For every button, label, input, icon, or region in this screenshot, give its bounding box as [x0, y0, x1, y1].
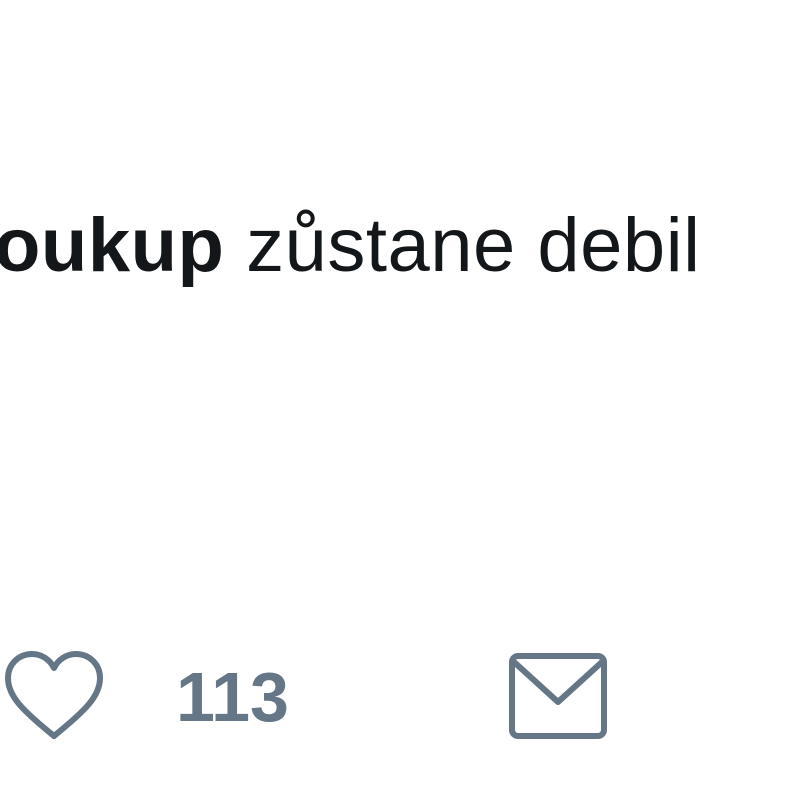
heart-icon[interactable] — [2, 648, 106, 744]
like-count: 113 — [176, 658, 289, 736]
tweet-text: oukup zůstane debil — [0, 196, 700, 296]
username-mention[interactable]: oukup — [0, 203, 224, 288]
action-bar: 113 — [0, 640, 808, 750]
envelope-icon[interactable] — [506, 648, 610, 744]
tweet-body: zůstane debil — [224, 203, 701, 288]
tweet-card: oukup zůstane debil 113 — [0, 0, 808, 808]
